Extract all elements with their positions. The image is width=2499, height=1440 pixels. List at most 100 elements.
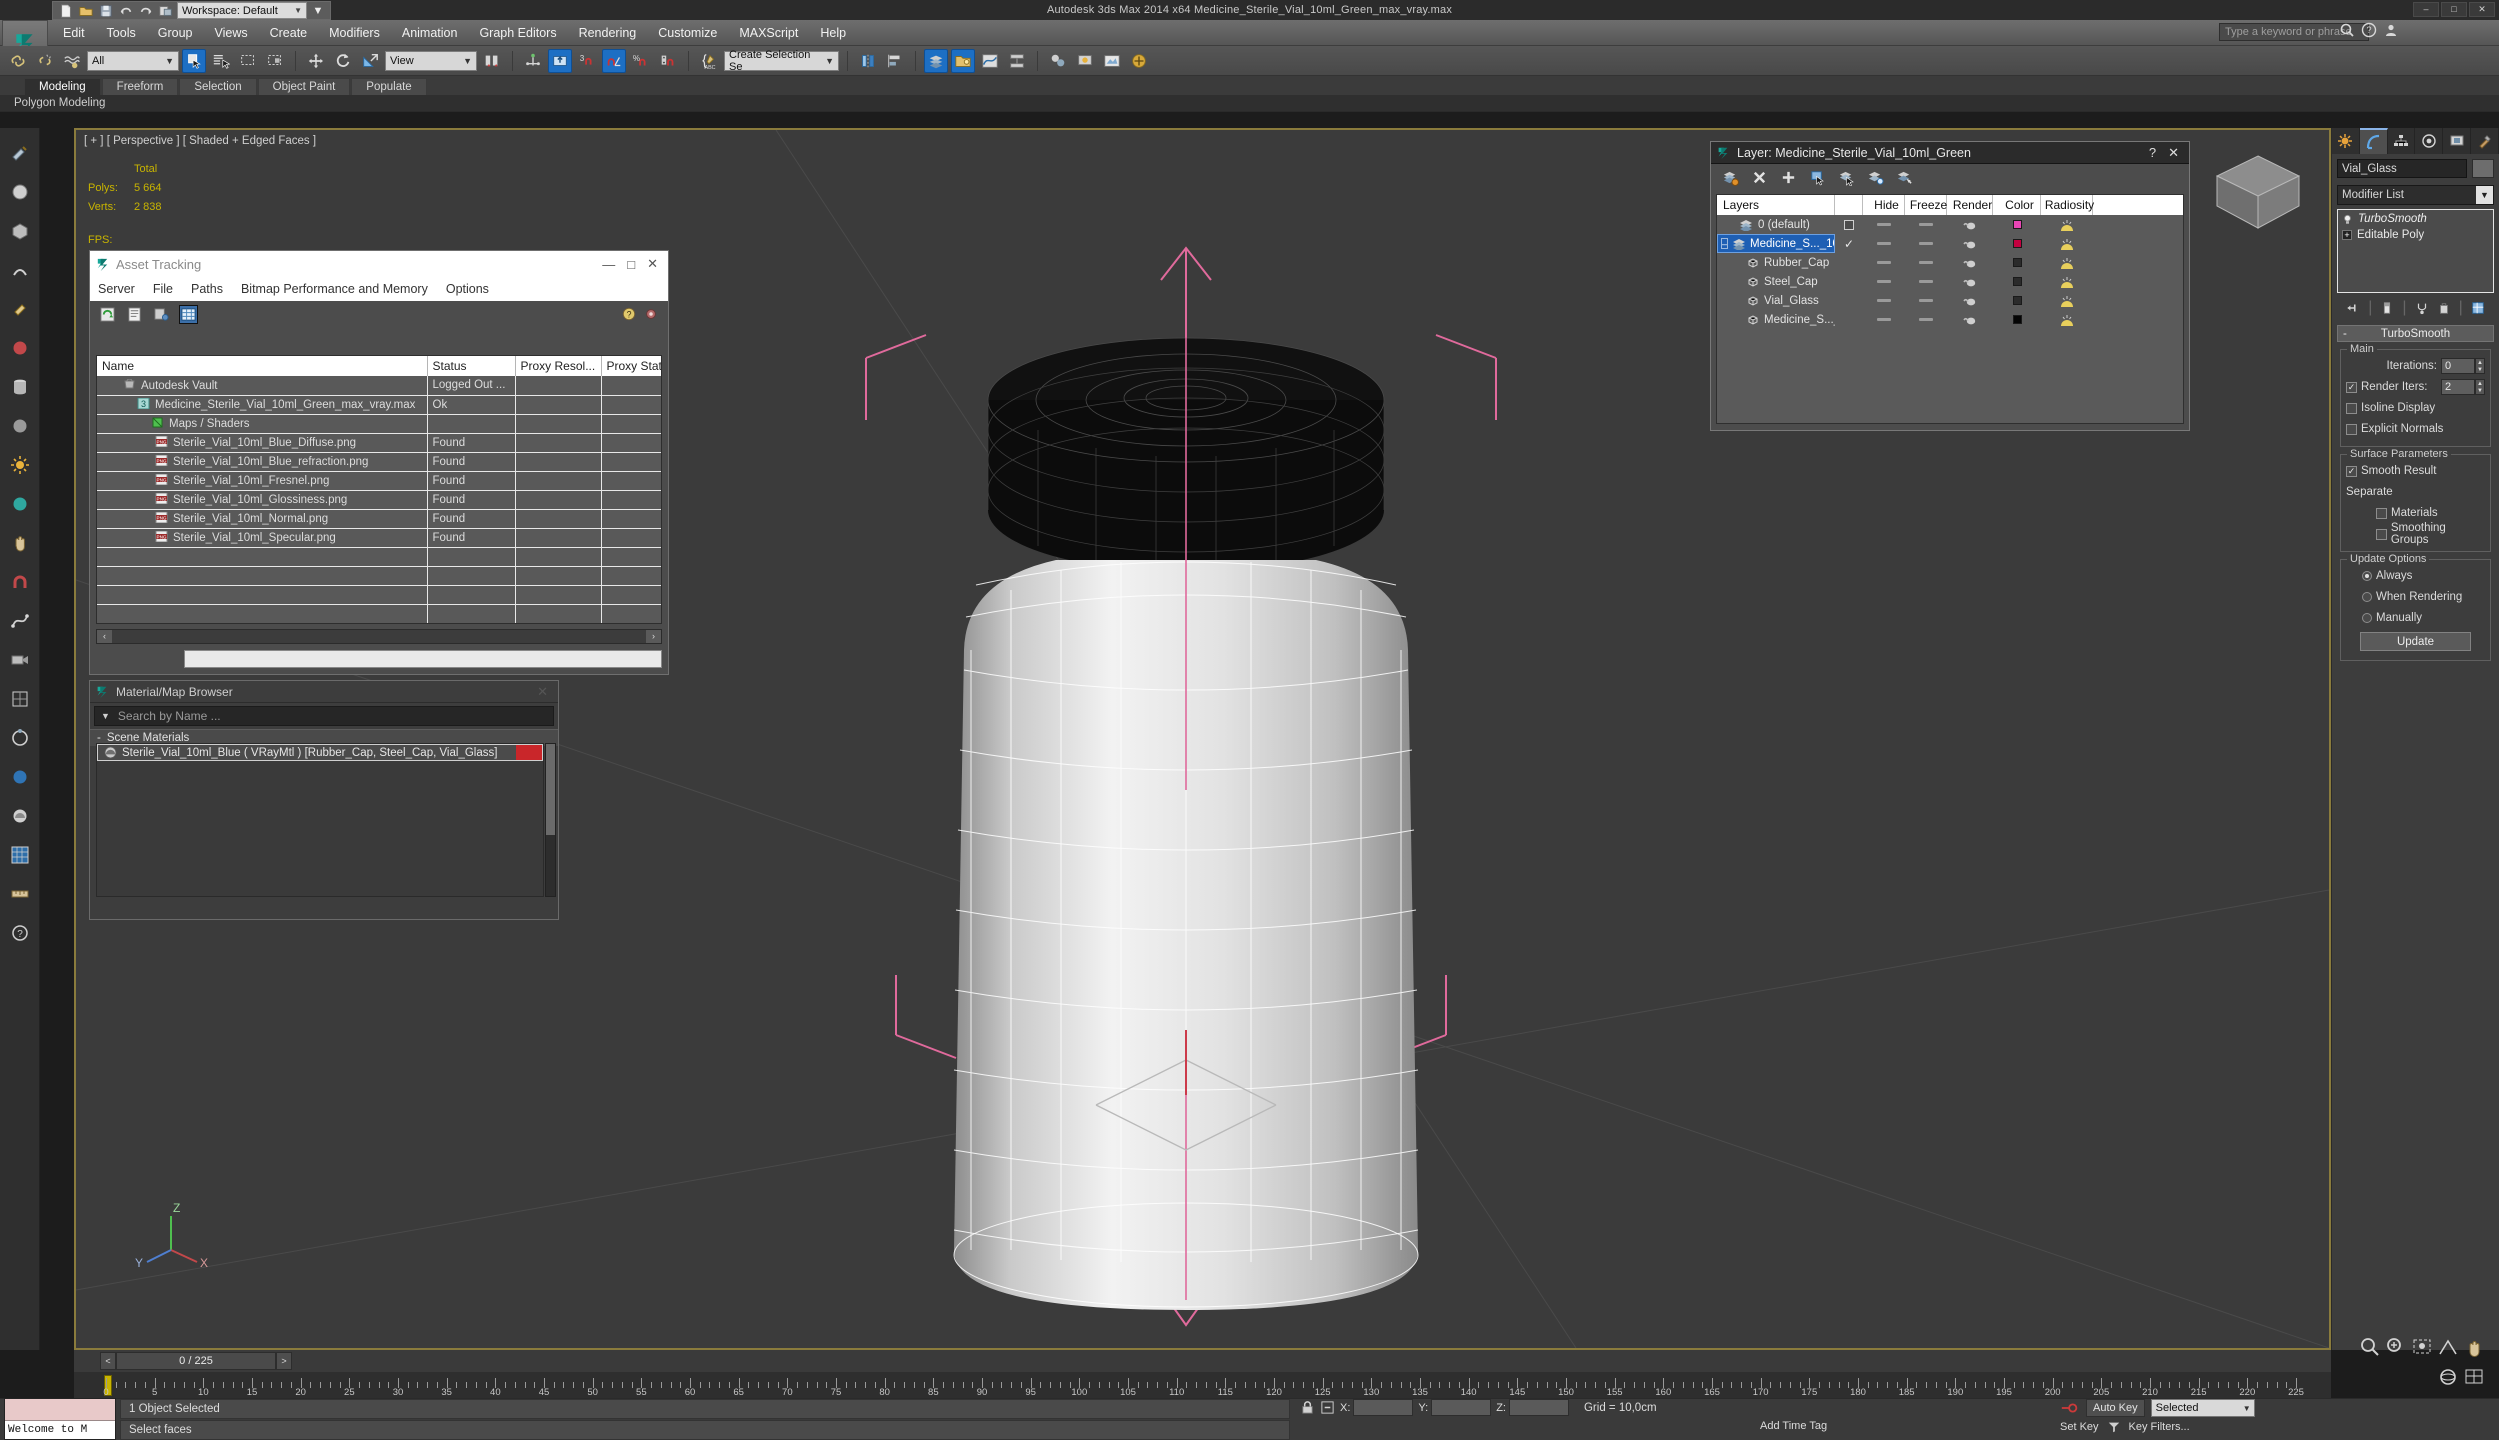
material-search-input[interactable]: ▼ Search by Name ...	[94, 706, 554, 726]
render-setup-icon[interactable]	[1073, 49, 1097, 73]
help-circle-icon[interactable]: ?	[2361, 22, 2377, 38]
create-tab[interactable]	[2332, 128, 2360, 154]
layer-freeze-toggle[interactable]	[1905, 215, 1947, 234]
menu-item-animation[interactable]: Animation	[391, 20, 469, 46]
asset-tracking-window-controls[interactable]: — □ ✕	[602, 256, 664, 272]
edit-named-selection-sets-icon[interactable]: ABC	[697, 49, 721, 73]
auto-key-button[interactable]: Auto Key	[2086, 1399, 2145, 1417]
table-row[interactable]: Autodesk Vault Logged Out ...	[97, 376, 661, 396]
spinner-arrows-icon[interactable]: ▲ ▼	[2475, 358, 2485, 374]
object-name-field[interactable]: Vial_Glass	[2337, 159, 2467, 178]
workspace-dropdown[interactable]: Workspace: Default ▼	[177, 2, 307, 19]
layer-row[interactable]: Steel_Cap	[1717, 272, 2183, 291]
material-map-browser-window[interactable]: Material/Map Browser ✕ ▼ Search by Name …	[89, 680, 559, 920]
maximize-button[interactable]: □	[2441, 2, 2467, 17]
viewport-navigation-controls[interactable]	[2335, 1336, 2485, 1392]
open-icon[interactable]	[77, 2, 94, 19]
layer-hide-toggle[interactable]	[1863, 310, 1905, 329]
layer-row[interactable]: Vial_Glass	[1717, 291, 2183, 310]
col-proxy-resolution[interactable]: Proxy Resol...	[515, 356, 602, 376]
menu-item-tools[interactable]: Tools	[96, 20, 147, 46]
ribbon-tab-selection[interactable]: Selection	[179, 78, 257, 95]
col-current[interactable]	[1835, 195, 1863, 215]
asset-name[interactable]: PNG Sterile_Vial_10ml_Blue_Diffuse.png	[97, 433, 428, 453]
zoom-extents-icon[interactable]	[2411, 1336, 2433, 1358]
table-row[interactable]: PNG Sterile_Vial_10ml_Normal.png Found	[97, 509, 661, 529]
menu-item-create[interactable]: Create	[259, 20, 319, 46]
col-name[interactable]: Name	[97, 356, 428, 376]
select-and-scale-icon[interactable]	[358, 49, 382, 73]
use-pivot-point-center-icon[interactable]	[480, 49, 504, 73]
orbit-icon[interactable]	[2437, 1366, 2459, 1388]
asset-horizontal-scrollbar[interactable]: ‹ ›	[96, 629, 662, 644]
layer-hide-toggle[interactable]	[1863, 215, 1905, 234]
at-menu-options[interactable]: Options	[446, 282, 489, 296]
explicit-normals-checkbox[interactable]	[2346, 423, 2357, 435]
iterations-value[interactable]: 0	[2441, 358, 2475, 374]
menu-item-views[interactable]: Views	[203, 20, 258, 46]
select-object-icon[interactable]	[182, 48, 206, 73]
layer-color-swatch[interactable]	[1993, 291, 2041, 310]
zoom-all-icon[interactable]	[2385, 1336, 2407, 1358]
new-icon[interactable]	[57, 2, 74, 19]
scroll-right-icon[interactable]: ›	[646, 630, 661, 643]
display-tab[interactable]	[2443, 128, 2472, 154]
smooth-result-checkbox[interactable]: ✓	[2346, 465, 2357, 477]
close-icon[interactable]: ✕	[647, 256, 658, 272]
modifier-stack-item-editable-poly[interactable]: + Editable Poly	[2339, 227, 2492, 243]
pan-hand-icon[interactable]	[2463, 1336, 2485, 1358]
rollup-header[interactable]: - TurboSmooth	[2337, 325, 2494, 342]
red-sphere-icon[interactable]	[7, 335, 33, 361]
bind-to-space-warp-icon[interactable]	[60, 49, 84, 73]
menu-bar[interactable]: Edit Tools Group Views Create Modifiers …	[52, 20, 857, 46]
light-icon[interactable]	[7, 452, 33, 478]
asset-tracking-window[interactable]: Asset Tracking — □ ✕ Server File Paths B…	[89, 250, 669, 675]
col-status[interactable]: Status	[427, 356, 516, 376]
col-color[interactable]: Color	[1993, 195, 2041, 215]
menu-item-edit[interactable]: Edit	[52, 20, 96, 46]
spinner-arrows-icon[interactable]: ▲ ▼	[2475, 379, 2485, 395]
asset-tracking-menu[interactable]: Server File Paths Bitmap Performance and…	[90, 277, 668, 301]
gray-sphere-icon[interactable]	[7, 413, 33, 439]
color-swatch[interactable]	[2012, 239, 2022, 248]
object-color-swatch[interactable]	[2472, 159, 2494, 178]
named-selection-sets-dropdown[interactable]: Create Selection Se ▼	[724, 49, 839, 73]
save-icon[interactable]	[97, 2, 114, 19]
snaps-toggle-icon[interactable]	[548, 48, 572, 73]
expand-collapse-icon[interactable]: –	[1721, 238, 1729, 249]
layer-radiosity-cell[interactable]	[2041, 272, 2093, 291]
help-tool-icon[interactable]: ?	[7, 920, 33, 946]
view-cube[interactable]	[2203, 144, 2313, 240]
ribbon-tab-populate[interactable]: Populate	[351, 78, 427, 95]
update-always-row[interactable]: Always	[2346, 567, 2485, 585]
animation-layer-dropdown[interactable]: Selected ▼	[2150, 1399, 2255, 1417]
asset-name[interactable]: PNG Sterile_Vial_10ml_Blue_refraction.png	[97, 452, 428, 472]
menu-item-group[interactable]: Group	[147, 20, 204, 46]
view-cube-icon[interactable]	[2203, 144, 2313, 240]
layer-freeze-toggle[interactable]	[1905, 310, 1947, 329]
mirror-icon[interactable]	[856, 49, 880, 73]
menu-item-modifiers[interactable]: Modifiers	[318, 20, 391, 46]
layer-radiosity-cell[interactable]	[2041, 310, 2093, 329]
iterations-row[interactable]: Iterations: 0 ▲ ▼	[2346, 357, 2485, 375]
update-always-radio[interactable]	[2362, 571, 2372, 581]
separate-smoothing-groups-checkbox[interactable]	[2376, 528, 2387, 540]
turbosmooth-rollup[interactable]: - TurboSmooth Main Iterations: 0 ▲ ▼ ✓ Re…	[2337, 325, 2494, 661]
col-render[interactable]: Render	[1947, 195, 1993, 215]
col-proxy-status[interactable]: Proxy Status	[601, 356, 661, 376]
table-row[interactable]: PNG Sterile_Vial_10ml_Specular.png Found	[97, 528, 661, 548]
asset-tracking-toolbar[interactable]: ?	[90, 301, 668, 327]
ring-array-icon[interactable]	[7, 725, 33, 751]
layer-manager-icon[interactable]	[924, 48, 948, 73]
select-objects-in-layer-icon[interactable]	[1808, 168, 1827, 187]
update-button[interactable]: Update	[2360, 632, 2471, 651]
remove-modifier-icon[interactable]	[2437, 301, 2451, 315]
maximize-viewport-icon[interactable]	[2463, 1366, 2485, 1388]
key-filter-icon[interactable]	[2107, 1420, 2121, 1434]
list-view-icon[interactable]	[125, 305, 144, 324]
maximize-icon[interactable]: □	[627, 257, 635, 272]
update-manually-radio[interactable]	[2362, 613, 2372, 623]
layer-color-swatch[interactable]	[1993, 272, 2041, 291]
table-row[interactable]: PNG Sterile_Vial_10ml_Blue_Diffuse.png Fo…	[97, 433, 661, 453]
layer-radiosity-cell[interactable]	[2041, 291, 2093, 310]
